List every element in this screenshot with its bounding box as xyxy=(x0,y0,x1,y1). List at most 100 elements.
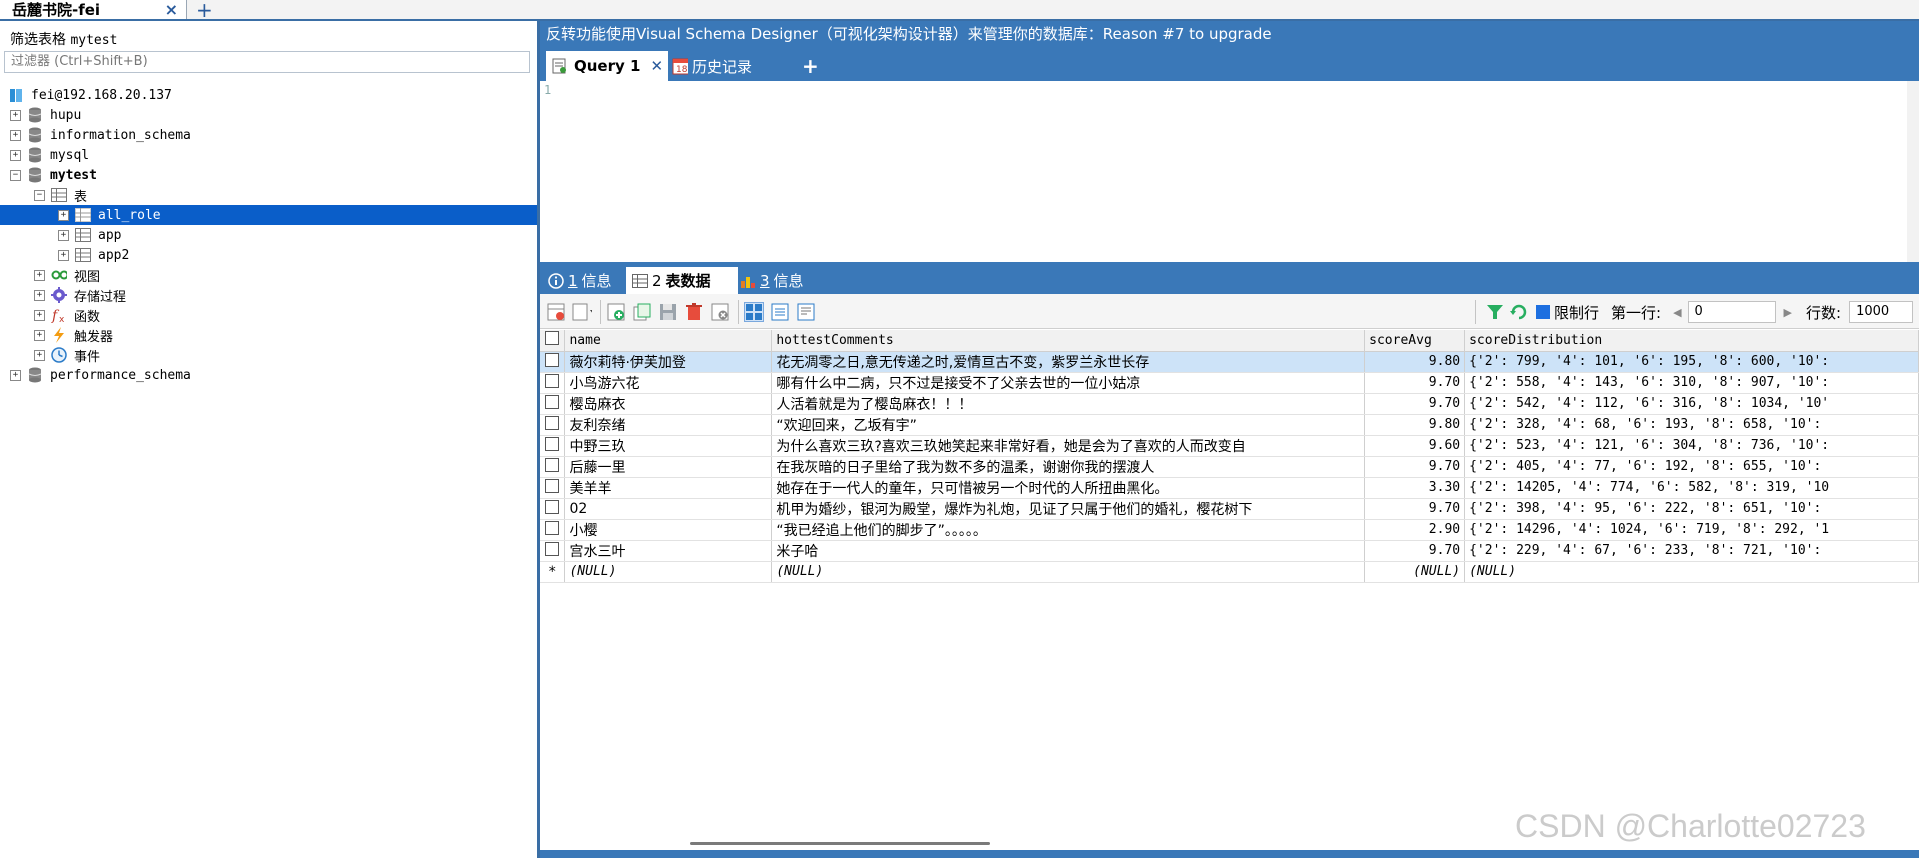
cell-name[interactable]: 美羊羊 xyxy=(564,477,773,499)
table-row[interactable]: 樱岛麻衣 人活着就是为了樱岛麻衣！！！ 9.70 {'2': 542, '4':… xyxy=(540,393,1919,415)
row-checkbox[interactable] xyxy=(545,457,559,472)
cell-distribution[interactable]: {'2': 14296, '4': 1024, '6': 719, '8': 2… xyxy=(1464,519,1919,541)
row-checkbox-cell[interactable] xyxy=(540,477,566,499)
expand-icon[interactable]: + xyxy=(58,209,69,221)
row-checkbox-cell[interactable] xyxy=(540,519,566,541)
cell-score[interactable]: 9.70 xyxy=(1364,393,1466,415)
table-row[interactable]: 后藤一里 在我灰暗的日子里给了我为数不多的温柔，谢谢你我的摆渡人 9.70 {'… xyxy=(540,456,1919,478)
tree-db-mytest[interactable]: − mytest xyxy=(0,165,537,185)
cell-name[interactable]: 小樱 xyxy=(564,519,773,541)
cell-distribution[interactable]: {'2': 398, '4': 95, '6': 222, '8': 651, … xyxy=(1464,498,1919,520)
tree-table-app2[interactable]: + app2 xyxy=(0,245,537,265)
cell-score[interactable]: 9.70 xyxy=(1364,540,1466,562)
next-page-icon[interactable]: ▶ xyxy=(1784,306,1792,319)
cell-name[interactable]: 薇尔莉特·伊芙加登 xyxy=(564,351,773,373)
row-checkbox[interactable] xyxy=(545,499,559,514)
expand-icon[interactable]: + xyxy=(34,349,45,361)
select-all-checkbox[interactable] xyxy=(545,331,559,346)
cell-distribution[interactable]: {'2': 328, '4': 68, '6': 193, '8': 658, … xyxy=(1464,414,1919,436)
row-checkbox[interactable] xyxy=(545,394,559,409)
table-row[interactable]: 薇尔莉特·伊芙加登 花无凋零之日,意无传递之时,爱情亘古不变，紫罗兰永世长存 9… xyxy=(540,351,1919,373)
tab-query-1[interactable]: Query 1 ✕ xyxy=(546,51,668,81)
cell-distribution[interactable]: {'2': 542, '4': 112, '6': 316, '8': 1034… xyxy=(1464,393,1919,415)
tree-table-all-role[interactable]: + all_role xyxy=(0,205,537,225)
table-row[interactable]: 小樱 “我已经追上他们的脚步了”。。。。。 2.90 {'2': 14296, … xyxy=(540,519,1919,541)
add-row-icon[interactable] xyxy=(606,302,626,322)
filter-icon[interactable] xyxy=(1486,303,1504,321)
row-checkbox[interactable] xyxy=(545,415,559,430)
tab-info-3[interactable]: 3 信息 xyxy=(740,267,804,294)
tab-info-1[interactable]: 1 信息 xyxy=(548,267,612,294)
duplicate-row-icon[interactable] xyxy=(632,302,652,322)
table-row[interactable]: 中野三玖 为什么喜欢三玖?喜欢三玖她笑起来非常好看，她是会为了喜欢的人而改变自 … xyxy=(540,435,1919,457)
select-all-cell[interactable] xyxy=(540,330,566,352)
row-checkbox[interactable] xyxy=(545,520,559,535)
expand-icon[interactable]: + xyxy=(34,269,45,281)
tree-db-hupu[interactable]: + hupu xyxy=(0,105,537,125)
cell-score[interactable]: 3.30 xyxy=(1364,477,1466,499)
text-view-icon[interactable] xyxy=(796,302,816,322)
cell-score[interactable]: 9.70 xyxy=(1364,456,1466,478)
cell-comment[interactable]: “欢迎回来，乙坂有宇” xyxy=(771,414,1366,436)
row-checkbox-cell[interactable] xyxy=(540,498,566,520)
cell-score[interactable]: 9.60 xyxy=(1364,435,1466,457)
tree-connection[interactable]: fei@192.168.20.137 xyxy=(0,85,537,105)
close-icon[interactable]: ✕ xyxy=(650,57,663,75)
row-checkbox-cell[interactable] xyxy=(540,372,566,394)
expand-icon[interactable]: + xyxy=(58,229,69,241)
expand-icon[interactable]: + xyxy=(58,249,69,261)
cell-comment[interactable]: “我已经追上他们的脚步了”。。。。。 xyxy=(771,519,1366,541)
row-checkbox-cell[interactable] xyxy=(540,435,566,457)
editor-scrollbar[interactable] xyxy=(1907,81,1919,262)
new-row[interactable]: * (NULL) (NULL) (NULL) (NULL) xyxy=(540,561,1919,583)
cell-score[interactable]: 9.70 xyxy=(1364,372,1466,394)
row-checkbox[interactable] xyxy=(545,541,559,556)
tree-db-information-schema[interactable]: + information_schema xyxy=(0,125,537,145)
sql-editor[interactable]: 1 xyxy=(540,81,1919,263)
row-menu-icon[interactable] xyxy=(572,302,592,322)
discard-changes-icon[interactable] xyxy=(710,302,730,322)
row-checkbox[interactable] xyxy=(545,478,559,493)
cell-name[interactable]: 后藤一里 xyxy=(564,456,773,478)
collapse-icon[interactable]: − xyxy=(10,169,21,181)
column-header[interactable]: name xyxy=(564,330,773,352)
rows-input[interactable]: 1000 xyxy=(1849,301,1914,323)
horizontal-scrollbar[interactable] xyxy=(690,842,990,845)
cell-score[interactable]: 9.80 xyxy=(1364,351,1466,373)
cell-distribution[interactable]: {'2': 405, '4': 77, '6': 192, '8': 655, … xyxy=(1464,456,1919,478)
tree-triggers[interactable]: + 触发器 xyxy=(0,325,537,345)
tree-table-app[interactable]: + app xyxy=(0,225,537,245)
tree-tables-folder[interactable]: − 表 xyxy=(0,185,537,205)
cell-comment[interactable]: 哪有什么中二病，只不过是接受不了父亲去世的一位小姑凉 xyxy=(771,372,1366,394)
cell-null[interactable]: (NULL) xyxy=(564,561,773,583)
tab-history[interactable]: 18 历史记录 xyxy=(672,51,752,81)
column-header[interactable]: scoreDistribution xyxy=(1464,330,1919,352)
first-row-input[interactable]: 0 xyxy=(1687,301,1776,323)
cell-distribution[interactable]: {'2': 558, '4': 143, '6': 310, '8': 907,… xyxy=(1464,372,1919,394)
cell-name[interactable]: 小鸟游六花 xyxy=(564,372,773,394)
cell-distribution[interactable]: {'2': 229, '4': 67, '6': 233, '8': 721, … xyxy=(1464,540,1919,562)
expand-icon[interactable]: + xyxy=(10,129,21,141)
expand-icon[interactable]: + xyxy=(10,109,21,121)
collapse-icon[interactable]: − xyxy=(34,189,45,201)
row-checkbox[interactable] xyxy=(545,352,559,367)
expand-icon[interactable]: + xyxy=(34,289,45,301)
tree-db-performance-schema[interactable]: + performance_schema xyxy=(0,365,537,385)
tab-table-data[interactable]: 2 表数据 xyxy=(626,267,738,294)
cell-distribution[interactable]: {'2': 799, '4': 101, '6': 195, '8': 600,… xyxy=(1464,351,1919,373)
row-checkbox-cell[interactable] xyxy=(540,540,566,562)
table-row[interactable]: 02 机甲为婚纱，银河为殿堂，爆炸为礼炮，见证了只属于他们的婚礼，樱花树下 9.… xyxy=(540,498,1919,520)
refresh-icon[interactable] xyxy=(1510,303,1528,321)
prev-page-icon[interactable]: ◀ xyxy=(1673,306,1681,319)
add-connection-icon[interactable]: + xyxy=(196,0,213,22)
tree-db-mysql[interactable]: + mysql xyxy=(0,145,537,165)
column-header[interactable]: scoreAvg xyxy=(1364,330,1466,352)
cell-comment[interactable]: 在我灰暗的日子里给了我为数不多的温柔，谢谢你我的摆渡人 xyxy=(771,456,1366,478)
tree-views[interactable]: + 视图 xyxy=(0,265,537,285)
table-row[interactable]: 小鸟游六花 哪有什么中二病，只不过是接受不了父亲去世的一位小姑凉 9.70 {'… xyxy=(540,372,1919,394)
cell-null[interactable]: (NULL) xyxy=(1364,561,1466,583)
cell-score[interactable]: 9.70 xyxy=(1364,498,1466,520)
expand-icon[interactable]: + xyxy=(34,329,45,341)
table-row[interactable]: 宫水三叶 米子哈 9.70 {'2': 229, '4': 67, '6': 2… xyxy=(540,540,1919,562)
cell-comment[interactable]: 她存在于一代人的童年，只可惜被另一个时代的人所扭曲黑化。 xyxy=(771,477,1366,499)
